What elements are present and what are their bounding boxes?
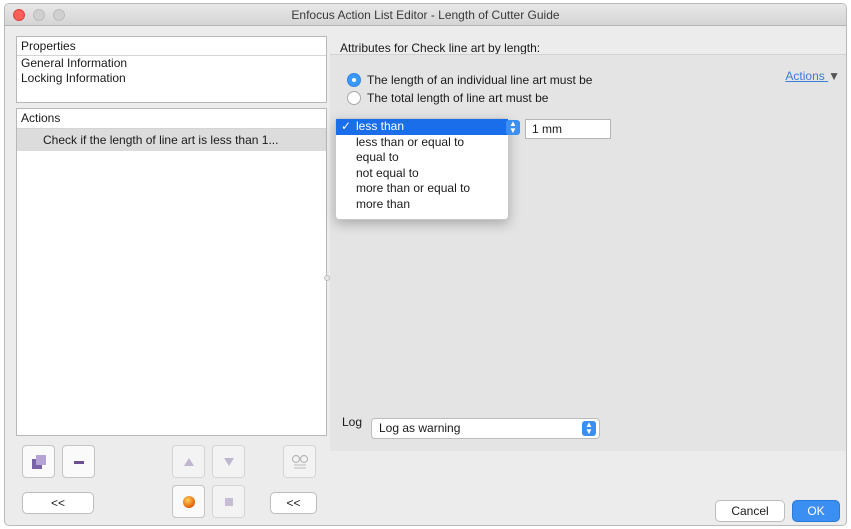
log-level-select[interactable]: Log as warning ▲ ▼ <box>371 418 600 439</box>
actions-panel: Actions Check if the length of line art … <box>16 108 327 436</box>
window-title: Enfocus Action List Editor - Length of C… <box>291 8 560 22</box>
comparison-option-not-equal[interactable]: not equal to <box>336 166 508 182</box>
radio-total-label: The total length of line art must be <box>367 91 549 105</box>
add-action-icon <box>31 454 46 469</box>
comparison-stepper-icon[interactable]: ▲ ▼ <box>506 120 520 135</box>
move-up-button[interactable] <box>172 445 205 478</box>
actions-header: Actions <box>17 109 326 129</box>
action-list-item[interactable]: Check if the length of line art is less … <box>17 129 326 151</box>
remove-action-button[interactable] <box>62 445 95 478</box>
properties-item-general[interactable]: General Information <box>17 56 326 71</box>
properties-item-locking[interactable]: Locking Information <box>17 71 326 86</box>
radio-individual-label: The length of an individual line art mus… <box>367 73 593 87</box>
stop-action-button[interactable] <box>212 485 245 518</box>
length-value-field[interactable]: 1 mm <box>525 119 611 139</box>
log-level-value: Log as warning <box>379 421 461 435</box>
ok-button[interactable]: OK <box>792 500 840 522</box>
log-label: Log <box>342 415 363 429</box>
glasses-icon <box>291 454 308 468</box>
comparison-option-more-than[interactable]: more than <box>336 197 508 213</box>
radio-total-length[interactable] <box>347 91 361 105</box>
attributes-area: Actions ▼ The length of an individual li… <box>330 54 846 451</box>
comparison-option-more-equal[interactable]: more than or equal to <box>336 181 508 197</box>
attributes-header: Attributes for Check line art by length: <box>340 41 541 55</box>
arrow-down-icon <box>223 457 234 466</box>
comparison-option-less-than[interactable]: less than <box>336 119 508 135</box>
actions-menu-link[interactable]: Actions ▼ <box>785 69 840 83</box>
move-down-button[interactable] <box>212 445 245 478</box>
collapse-properties-button[interactable]: << <box>22 492 94 514</box>
comparison-dropdown-menu[interactable]: less than less than or equal to equal to… <box>335 118 509 220</box>
add-action-button[interactable] <box>22 445 55 478</box>
properties-header: Properties <box>17 37 326 56</box>
properties-panel: Properties General Information Locking I… <box>16 36 327 103</box>
title-bar: Enfocus Action List Editor - Length of C… <box>5 4 846 26</box>
orange-ball-icon <box>182 495 195 508</box>
arrow-up-icon <box>183 457 194 466</box>
comparison-option-less-equal[interactable]: less than or equal to <box>336 135 508 151</box>
stop-icon <box>224 497 233 506</box>
comparison-option-equal[interactable]: equal to <box>336 150 508 166</box>
minus-icon <box>73 460 84 464</box>
triangle-down-icon: ▼ <box>828 69 840 83</box>
radio-individual-length[interactable] <box>347 73 361 87</box>
editor-window: Enfocus Action List Editor - Length of C… <box>4 3 847 526</box>
preview-button[interactable] <box>283 445 316 478</box>
collapse-actions-button[interactable]: << <box>270 492 317 514</box>
cancel-button[interactable]: Cancel <box>715 500 785 522</box>
actions-link-label: Actions <box>785 69 825 83</box>
select-stepper-icon: ▲ ▼ <box>582 421 596 436</box>
run-action-button[interactable] <box>172 485 205 518</box>
